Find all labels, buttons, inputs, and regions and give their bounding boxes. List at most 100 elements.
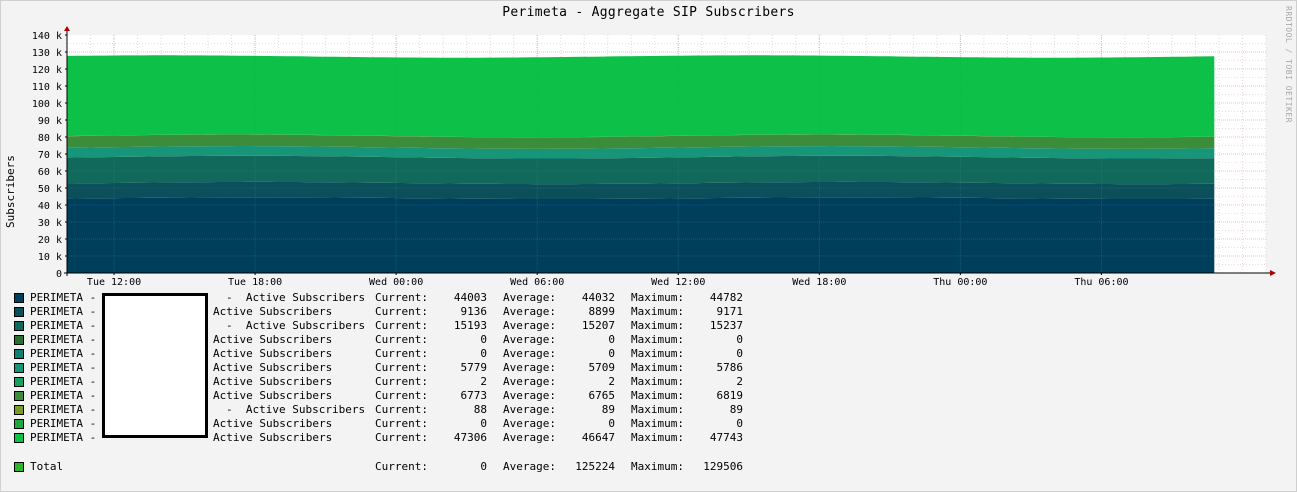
y-tick-label: 90 k [38,116,62,127]
average-value: 46647 [581,431,615,444]
x-tick-label: Wed 12:00 [651,277,705,288]
current-label: Current: [375,333,428,346]
legend-series-desc: Active Subscribers [213,347,333,360]
maximum-label: Maximum: [631,431,684,444]
maximum-label: Maximum: [631,460,684,473]
current-label: Current: [375,361,428,374]
y-tick-label: 50 k [38,184,62,195]
maximum-label: Maximum: [631,403,684,416]
legend-series-name: Total [30,460,64,473]
average-label: Average: [503,305,556,318]
x-tick-label: Wed 06:00 [510,277,564,288]
legend-series-name: PERIMETA - [30,333,97,346]
average-label: Average: [503,389,556,402]
maximum-label: Maximum: [631,291,684,304]
maximum-value: 5786 [716,361,744,374]
legend-series-name: PERIMETA - [30,319,97,332]
legend-series-desc: - Active Subscribers [226,291,366,304]
maximum-value: 89 [729,403,743,416]
legend-swatch [14,293,24,303]
average-label: Average: [503,460,556,473]
average-value: 125224 [575,460,615,473]
legend-swatch [14,349,24,359]
y-tick-label: 120 k [32,65,62,76]
x-tick-label: Wed 18:00 [792,277,846,288]
legend-series-name: PERIMETA - [30,347,97,360]
y-tick-label: 10 k [38,252,62,263]
watermark: RRDTOOL / TOBI OETIKER [1284,6,1293,123]
legend-swatch [14,391,24,401]
area-series [67,197,1215,273]
current-value: 2 [480,375,487,388]
average-label: Average: [503,333,556,346]
legend-series-name: PERIMETA - [30,305,97,318]
x-tick-label: Thu 06:00 [1074,277,1128,288]
maximum-value: 47743 [709,431,743,444]
legend-series-desc: Active Subscribers [213,431,333,444]
legend-swatch [14,405,24,415]
chart-title: Perimeta - Aggregate SIP Subscribers [502,5,795,20]
current-label: Current: [375,389,428,402]
average-label: Average: [503,403,556,416]
average-value: 0 [608,333,615,346]
current-value: 0 [480,333,487,346]
x-tick-label: Tue 18:00 [228,277,282,288]
legend-swatch [14,462,24,472]
y-tick-label: 110 k [32,82,62,93]
average-value: 8899 [588,305,616,318]
legend-swatch [14,321,24,331]
average-label: Average: [503,347,556,360]
maximum-label: Maximum: [631,347,684,360]
maximum-value: 9171 [716,305,744,318]
maximum-label: Maximum: [631,375,684,388]
legend-swatch [14,377,24,387]
average-value: 15207 [581,319,615,332]
legend-series-desc: Active Subscribers [213,361,333,374]
legend-series-name: PERIMETA - [30,361,97,374]
current-label: Current: [375,417,428,430]
x-tick-label: Wed 00:00 [369,277,423,288]
maximum-value: 6819 [716,389,744,402]
average-label: Average: [503,291,556,304]
legend-swatch [14,419,24,429]
y-axis-label: Subscribers [4,155,17,229]
y-tick-label: 60 k [38,167,62,178]
maximum-value: 2 [736,375,743,388]
legend-series-desc: Active Subscribers [213,417,333,430]
current-value: 5779 [460,361,488,374]
maximum-value: 0 [736,417,743,430]
redaction-box [102,293,208,438]
y-tick-label: 70 k [38,150,62,161]
area-series [67,181,1215,199]
maximum-value: 0 [736,347,743,360]
legend-series-name: PERIMETA - [30,291,97,304]
x-tick-label: Thu 00:00 [933,277,987,288]
current-label: Current: [375,291,428,304]
maximum-label: Maximum: [631,305,684,318]
y-tick-label: 20 k [38,235,62,246]
current-label: Current: [375,347,428,360]
legend-swatch [14,433,24,443]
legend-series-name: PERIMETA - [30,389,97,402]
average-label: Average: [503,431,556,444]
average-label: Average: [503,375,556,388]
current-value: 44003 [453,291,487,304]
maximum-label: Maximum: [631,319,684,332]
current-label: Current: [375,403,428,416]
y-tick-label: 0 [56,269,62,280]
x-tick-label: Tue 12:00 [87,277,141,288]
area-series [67,155,1215,185]
current-value: 6773 [460,389,488,402]
average-value: 0 [608,347,615,360]
legend-series-name: PERIMETA - [30,417,97,430]
current-value: 0 [480,347,487,360]
current-label: Current: [375,431,428,444]
current-value: 0 [480,417,487,430]
legend-series-desc: - Active Subscribers [226,319,366,332]
maximum-value: 15237 [709,319,743,332]
legend-series-desc: Active Subscribers [213,305,333,318]
maximum-label: Maximum: [631,417,684,430]
average-label: Average: [503,417,556,430]
maximum-label: Maximum: [631,389,684,402]
y-tick-label: 40 k [38,201,62,212]
